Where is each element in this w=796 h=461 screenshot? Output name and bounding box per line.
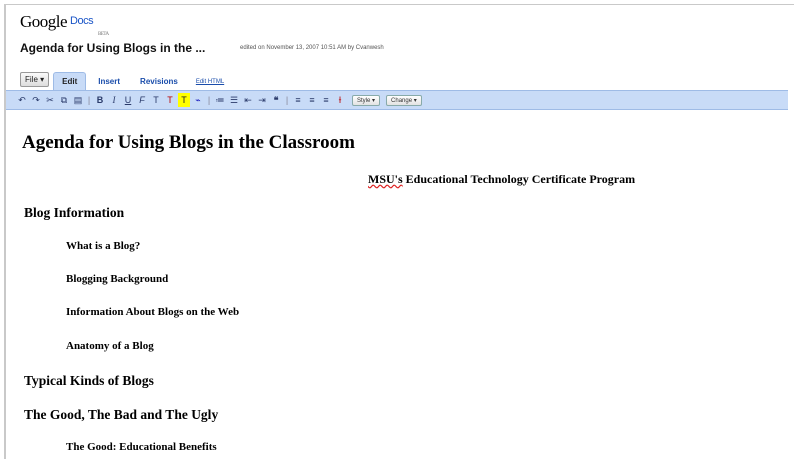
underline-icon[interactable]: U	[122, 93, 134, 107]
highlight-icon[interactable]: T	[178, 93, 190, 107]
align-right-icon[interactable]: ≡	[320, 93, 332, 107]
menu-tabs: File ▾ Edit Insert Revisions Edit HTML	[20, 68, 224, 90]
text-color-icon[interactable]: T	[164, 93, 176, 107]
toolbar-separator: |	[87, 95, 91, 105]
copy-icon[interactable]: ⧉	[58, 93, 70, 107]
subtitle-rest: Educational Technology Certificate Progr…	[402, 172, 636, 186]
section-heading[interactable]: The Good, The Bad and The Ugly	[24, 407, 218, 423]
redo-icon[interactable]: ↷	[30, 93, 42, 107]
logo-docs: Docs	[70, 15, 94, 27]
section-heading[interactable]: Typical Kinds of Blogs	[24, 373, 154, 389]
style-dropdown[interactable]: Style ▾	[352, 94, 381, 106]
clear-format-icon[interactable]: Ɨ	[334, 93, 346, 107]
subsection-heading[interactable]: Anatomy of a Blog	[66, 340, 154, 352]
tab-revisions[interactable]: Revisions	[132, 73, 186, 90]
document-subtitle[interactable]: MSU's Educational Technology Certificate…	[368, 172, 635, 187]
google-docs-logo[interactable]: Google Docs BETA	[20, 12, 109, 37]
file-menu-button[interactable]: File ▾	[20, 72, 50, 87]
logo-beta: BETA	[98, 32, 109, 37]
link-icon[interactable]: ⌁	[192, 93, 204, 107]
align-left-icon[interactable]: ≡	[292, 93, 304, 107]
subsection-heading[interactable]: What is a Blog?	[66, 240, 140, 252]
toolbar-separator: |	[207, 95, 211, 105]
bold-icon[interactable]: B	[94, 93, 106, 107]
logo-google: Google	[20, 12, 68, 31]
outdent-icon[interactable]: ⇤	[242, 93, 254, 107]
formatting-toolbar: ↶ ↷ ✂ ⧉ ▤ | B I U F T T T ⌁ | ≔ ☰ ⇤ ⇥ ❝ …	[6, 90, 788, 110]
cut-icon[interactable]: ✂	[44, 93, 56, 107]
subsection-heading[interactable]: The Good: Educational Benefits	[66, 441, 217, 453]
align-center-icon[interactable]: ≡	[306, 93, 318, 107]
subtitle-spellcheck-word[interactable]: MSU's	[368, 172, 403, 186]
font-icon[interactable]: F	[136, 93, 148, 107]
section-heading[interactable]: Blog Information	[24, 205, 124, 221]
undo-icon[interactable]: ↶	[16, 93, 28, 107]
subsection-heading[interactable]: Blogging Background	[66, 273, 168, 285]
edited-info: edited on November 13, 2007 10:51 AM by …	[240, 45, 384, 51]
subsection-heading[interactable]: Information About Blogs on the Web	[66, 306, 239, 318]
quote-icon[interactable]: ❝	[270, 93, 282, 107]
numbered-list-icon[interactable]: ≔	[214, 93, 226, 107]
tab-insert[interactable]: Insert	[90, 73, 128, 90]
font-size-icon[interactable]: T	[150, 93, 162, 107]
tab-edit[interactable]: Edit	[53, 72, 87, 90]
italic-icon[interactable]: I	[108, 93, 120, 107]
paste-icon[interactable]: ▤	[72, 93, 84, 107]
document-title[interactable]: Agenda for Using Blogs in the ...	[20, 41, 205, 55]
toolbar-separator: |	[285, 95, 289, 105]
document-heading[interactable]: Agenda for Using Blogs in the Classroom	[22, 132, 355, 154]
edit-html-link[interactable]: Edit HTML	[196, 79, 224, 90]
bulleted-list-icon[interactable]: ☰	[228, 93, 240, 107]
change-dropdown[interactable]: Change ▾	[386, 94, 422, 106]
indent-icon[interactable]: ⇥	[256, 93, 268, 107]
